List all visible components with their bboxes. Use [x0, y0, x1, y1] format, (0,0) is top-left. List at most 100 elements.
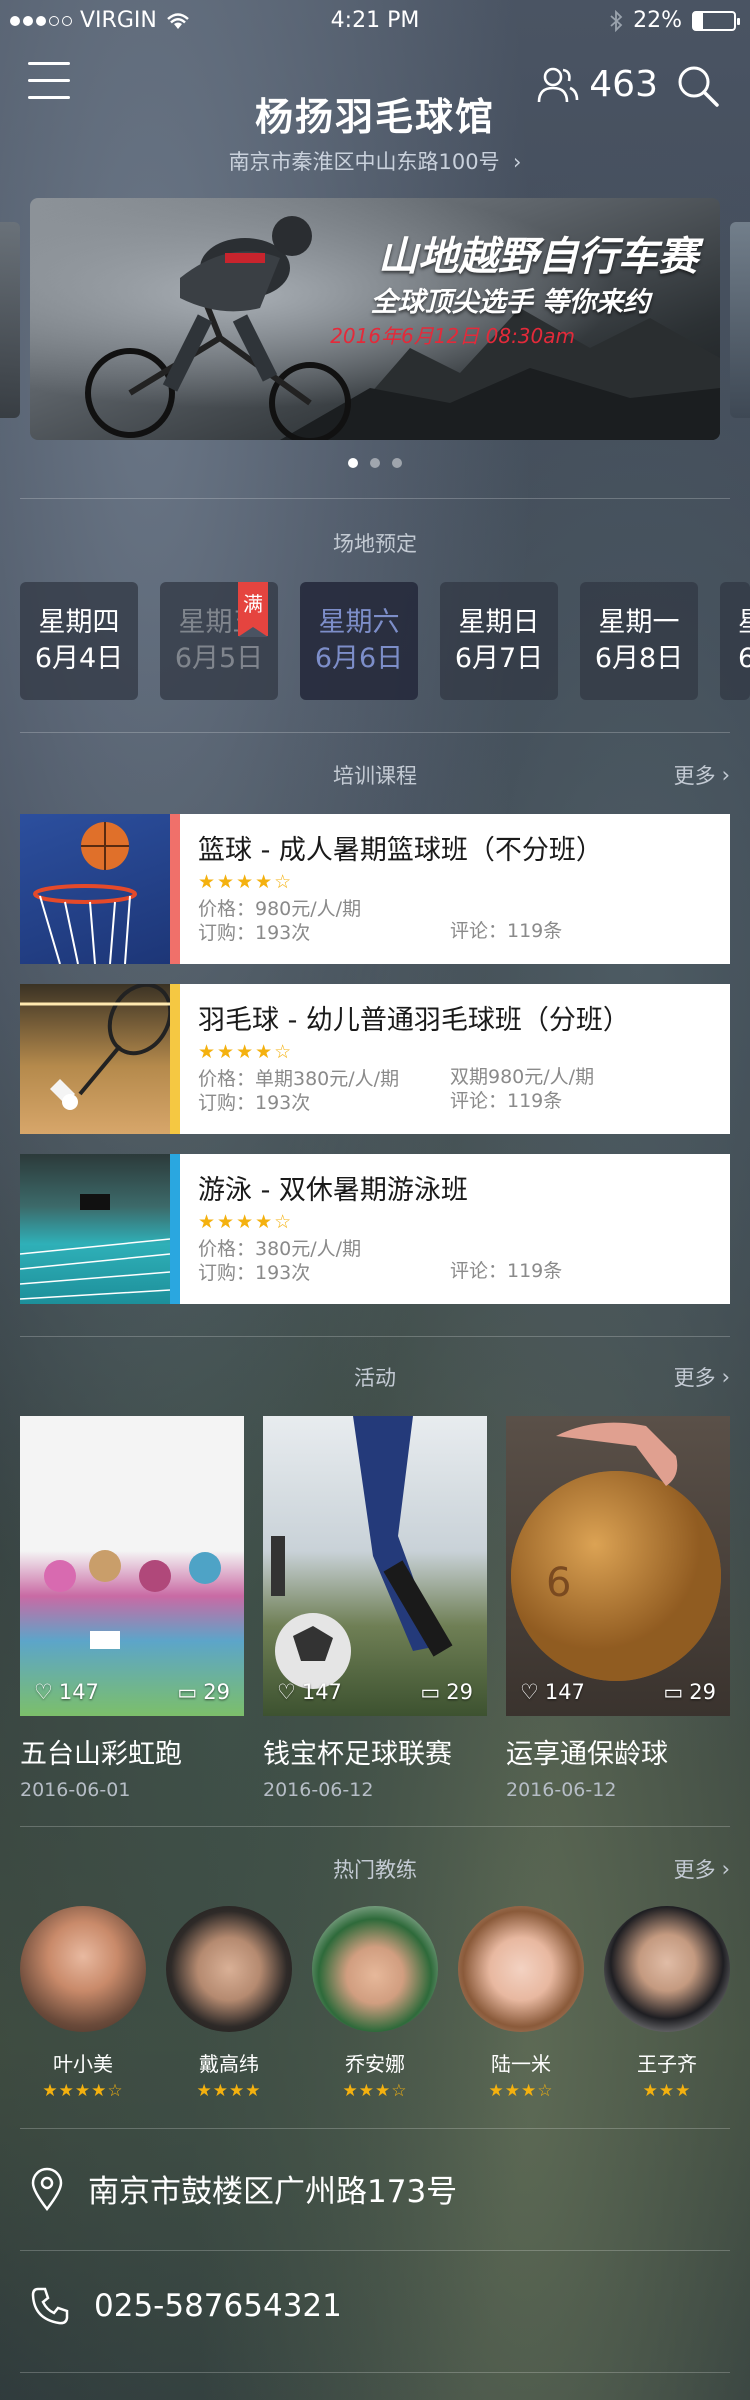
activity-card-2[interactable]: 6 ♡ 147 ▭ 29 运享通保龄球 2016-06-12 [506, 1416, 730, 1801]
activities-section-title: 活动 [354, 1366, 396, 1390]
status-bar: VIRGIN 4:21 PM 22% [0, 0, 750, 40]
venue-phone: 025-587654321 [94, 2288, 342, 2324]
phone-row[interactable]: 025-587654321 [30, 2286, 342, 2326]
activity-name: 五台山彩虹跑 [20, 1739, 182, 1770]
weekday: 星 [738, 605, 750, 641]
date-card-3[interactable]: 星期日 6月7日 [440, 582, 558, 700]
comment-icon: ▭ [663, 1680, 684, 1704]
bluetooth-icon [610, 9, 623, 32]
bowling-image: 6 ♡ 147 ▭ 29 [506, 1416, 730, 1716]
date: 6月8日 [594, 643, 684, 674]
event-banner[interactable]: 山地越野自行车赛 全球顶尖选手 等你来约 2016年6月12日 08:30am [30, 198, 720, 440]
course-title: 游泳 - 双休暑期游泳班 [198, 1175, 468, 1206]
weekday: 星期六 [318, 607, 400, 638]
courses-section-title: 培训课程 [333, 764, 417, 788]
pager-dot [392, 458, 402, 468]
coach-name: 王子齐 [637, 2052, 697, 2076]
avatar [458, 1906, 584, 2032]
divider [20, 1336, 730, 1337]
venue-address: 南京市秦淮区中山东路100号 [228, 150, 500, 174]
badminton-image [20, 984, 170, 1134]
activity-stats: ♡ 147 ▭ 29 [20, 1680, 244, 1704]
activity-card-1[interactable]: ♡ 147 ▭ 29 钱宝杯足球联赛 2016-06-12 [263, 1416, 487, 1801]
course-card-swimming[interactable]: 游泳 - 双休暑期游泳班 ★★★★☆ 价格：380元/人/期 订购：193次 评… [20, 1154, 730, 1304]
date-card-2[interactable]: 星期六 6月6日 [300, 582, 418, 700]
date: 6月6日 [314, 643, 404, 674]
course-title: 羽毛球 - 幼儿普通羽毛球班（分班） [198, 1005, 630, 1036]
venue-full-address: 南京市鼓楼区广州路173号 [88, 2174, 458, 2210]
course-reviews: 评论：119条 [450, 1260, 563, 1282]
coach-item[interactable]: 陆一米 ★★★☆ [458, 1906, 584, 2101]
location-pin-icon [31, 2167, 63, 2211]
chevron-right-icon: › [721, 1365, 730, 1389]
divider [20, 2128, 730, 2129]
activity-card-0[interactable]: ♡ 147 ▭ 29 五台山彩虹跑 2016-06-01 [20, 1416, 244, 1801]
coaches-section-title: 热门教练 [333, 1858, 417, 1882]
activity-date: 2016-06-12 [263, 1779, 374, 1801]
rainbow-run-image: ♡ 147 ▭ 29 [20, 1416, 244, 1716]
comment-count: 29 [203, 1680, 230, 1704]
comment-icon: ▭ [420, 1680, 441, 1704]
heart-icon: ♡ [34, 1680, 53, 1704]
banner-pager [0, 458, 750, 468]
coach-item[interactable]: 乔安娜 ★★★☆ [312, 1906, 438, 2101]
like-count: 147 [301, 1680, 342, 1704]
like-button[interactable]: ♡ 147 [277, 1680, 342, 1704]
courses-more-link[interactable]: 更多 › [674, 760, 730, 790]
comment-button[interactable]: ▭ 29 [663, 1680, 716, 1704]
rating-stars: ★★★★☆ [198, 871, 294, 893]
activity-stats: ♡ 147 ▭ 29 [263, 1680, 487, 1704]
battery-percent: 22% [633, 8, 682, 33]
pager-dot [370, 458, 380, 468]
course-accent-bar [170, 814, 180, 964]
heart-icon: ♡ [520, 1680, 539, 1704]
like-button[interactable]: ♡ 147 [34, 1680, 99, 1704]
weekday: 星期四 [38, 607, 120, 638]
divider [20, 1826, 730, 1827]
avatar [20, 1906, 146, 2032]
activity-name: 运享通保龄球 [506, 1739, 668, 1770]
coach-item[interactable]: 叶小美 ★★★★☆ [20, 1906, 146, 2101]
weekday: 星期一 [598, 607, 680, 638]
comment-button[interactable]: ▭ 29 [420, 1680, 473, 1704]
course-card-basketball[interactable]: 篮球 - 成人暑期篮球班（不分班） ★★★★☆ 价格：980元/人/期 订购：1… [20, 814, 730, 964]
course-title: 篮球 - 成人暑期篮球班（不分班） [198, 835, 603, 866]
date: 6月5日 [174, 643, 264, 674]
divider [20, 732, 730, 733]
comment-button[interactable]: ▭ 29 [177, 1680, 230, 1704]
chevron-right-icon: › [506, 150, 522, 174]
avatar [312, 1906, 438, 2032]
like-count: 147 [544, 1680, 585, 1704]
date-card-5[interactable]: 星 6 [720, 582, 750, 700]
coach-item[interactable]: 王子齐 ★★★ [604, 1906, 730, 2101]
course-card-badminton[interactable]: 羽毛球 - 幼儿普通羽毛球班（分班） ★★★★☆ 价格：单期380元/人/期 订… [20, 984, 730, 1134]
venue-address-link[interactable]: 南京市秦淮区中山东路100号 › [0, 146, 750, 176]
coaches-more-link[interactable]: 更多 › [674, 1854, 730, 1884]
activity-date: 2016-06-01 [20, 1779, 131, 1801]
coach-item[interactable]: 戴高纬 ★★★★ [166, 1906, 292, 2101]
date-card-0[interactable]: 星期四 6月4日 [20, 582, 138, 700]
like-count: 147 [58, 1680, 99, 1704]
chevron-right-icon: › [721, 1857, 730, 1881]
date-card-4[interactable]: 星期一 6月8日 [580, 582, 698, 700]
course-accent-bar [170, 984, 180, 1134]
date-card-1[interactable]: 星期五 6月5日 满 [160, 582, 278, 700]
users-button[interactable]: 463 [537, 64, 658, 105]
full-badge: 满 [238, 582, 268, 637]
date: 6月7日 [454, 643, 544, 674]
divider [20, 498, 730, 499]
address-row[interactable]: 南京市鼓楼区广州路173号 [30, 2166, 457, 2211]
coach-list: 叶小美 ★★★★☆ 戴高纬 ★★★★ 乔安娜 ★★★☆ 陆一米 ★★★☆ 王子齐… [20, 1906, 730, 2101]
avatar [166, 1906, 292, 2032]
course-reviews: 评论：119条 [450, 1090, 563, 1112]
divider [20, 2372, 730, 2373]
more-label: 更多 [673, 1366, 716, 1390]
avatar [604, 1906, 730, 2032]
search-icon[interactable] [676, 64, 720, 108]
course-reviews: 评论：119条 [450, 920, 563, 942]
banner-next-slide[interactable] [730, 222, 750, 418]
coach-name: 叶小美 [53, 2052, 113, 2076]
banner-prev-slide[interactable] [0, 222, 20, 418]
activities-more-link[interactable]: 更多 › [674, 1362, 730, 1392]
like-button[interactable]: ♡ 147 [520, 1680, 585, 1704]
